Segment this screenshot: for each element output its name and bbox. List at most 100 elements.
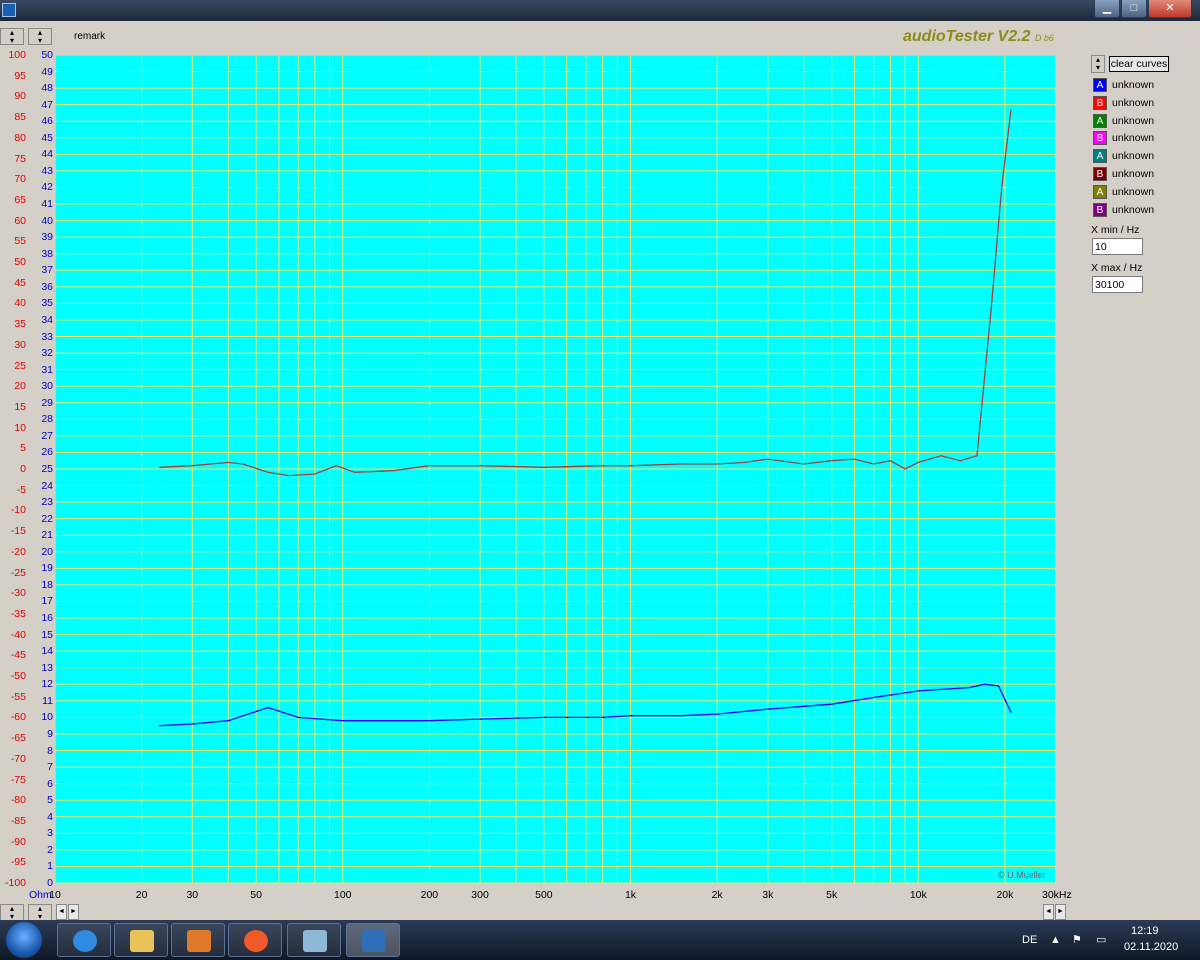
x-tick-label: 20k	[996, 889, 1014, 901]
y-left-tick-label: -40	[10, 628, 26, 641]
legend-color-swatch[interactable]: B	[1093, 167, 1107, 181]
close-icon[interactable]: ✕	[1148, 0, 1192, 18]
legend-color-swatch[interactable]: A	[1093, 113, 1107, 128]
y-right-scale-stepper[interactable]: ▴ ▾	[28, 28, 52, 45]
y-right-tick-label: 0	[47, 877, 53, 889]
legend-item[interactable]: Aunknown	[1093, 184, 1154, 199]
legend-item[interactable]: Bunknown	[1093, 202, 1154, 217]
y-left-tick-label: 10	[14, 421, 26, 434]
legend-item[interactable]: Aunknown	[1093, 78, 1154, 92]
taskbar-internet-explorer[interactable]	[57, 923, 111, 957]
x-scale-stepper-1[interactable]: ▴ ▾	[0, 904, 24, 921]
y-left-tick-label: -20	[10, 545, 26, 558]
y-left-tick-label: -95	[10, 856, 26, 869]
y-right-tick-label: 6	[47, 777, 53, 790]
xmin-input[interactable]	[1092, 238, 1143, 255]
internet-explorer-icon	[73, 930, 97, 952]
y-right-tick-label: 21	[41, 529, 53, 542]
clear-curves-button[interactable]: clear curves	[1109, 56, 1169, 72]
y-right-tick-label: 20	[41, 545, 53, 558]
y-left-tick-label: 50	[14, 256, 26, 268]
y-right-tick-label: 39	[41, 231, 53, 244]
legend-color-swatch[interactable]: B	[1093, 202, 1107, 217]
xmax-input[interactable]	[1092, 276, 1143, 293]
legend-color-swatch[interactable]: A	[1093, 78, 1107, 92]
y-right-tick-label: 24	[41, 479, 53, 492]
y-left-tick-label: 20	[14, 380, 26, 393]
y-right-tick-label: 30	[41, 380, 53, 393]
start-button[interactable]	[6, 922, 42, 958]
legend-item[interactable]: Bunknown	[1093, 131, 1154, 146]
y-right-tick-label: 8	[47, 744, 53, 757]
x-tick-label: 10k	[909, 889, 927, 901]
taskbar-audiotester[interactable]	[346, 923, 400, 957]
y-right-tick-label: 9	[47, 727, 53, 740]
y-left-tick-label: 100	[8, 49, 26, 61]
show-hidden-icons-icon[interactable]: ▲	[1050, 934, 1061, 946]
language-indicator[interactable]: DE	[1022, 934, 1037, 946]
y-right-tick-label: 23	[41, 496, 53, 509]
legend-stepper[interactable]: ▴ ▾	[1091, 55, 1105, 73]
y-right-tick-label: 45	[41, 131, 53, 144]
y-right-tick-label: 11	[42, 694, 53, 707]
legend-label: unknown	[1112, 79, 1155, 91]
clock-time[interactable]: 12:19	[1131, 925, 1159, 937]
y-left-tick-label: 0	[20, 463, 26, 475]
y-right-tick-label: 40	[41, 214, 53, 227]
legend-color-swatch[interactable]: B	[1093, 95, 1107, 110]
y-right-tick-label: 36	[41, 280, 53, 293]
legend-color-swatch[interactable]: A	[1093, 184, 1107, 199]
taskbar-photo-viewer[interactable]	[287, 923, 341, 957]
y-right-tick-label: 32	[41, 347, 53, 360]
legend-color-swatch[interactable]: B	[1093, 131, 1107, 146]
y-left-scale-stepper[interactable]: ▴ ▾	[0, 28, 24, 45]
legend-item[interactable]: Bunknown	[1093, 95, 1155, 110]
y-left-tick-label: 40	[14, 297, 26, 310]
legend-label: unknown	[1112, 168, 1155, 180]
x-tick-label: 1k	[624, 889, 637, 901]
y-left-tick-label: 5	[20, 442, 26, 455]
taskbar-file-explorer[interactable]	[114, 923, 168, 957]
scroll-left-button-2[interactable]: ◄	[1043, 904, 1054, 920]
y-left-tick-label: 15	[14, 400, 26, 413]
legend-item[interactable]: Aunknown	[1093, 149, 1154, 164]
minimize-icon[interactable]: ▁	[1094, 0, 1120, 18]
brand-name: audioTester V2.2	[903, 28, 1031, 45]
y-right-tick-label: 10	[41, 711, 53, 724]
clock-date[interactable]: 02.11.2020	[1124, 941, 1178, 953]
folder-icon	[130, 930, 154, 952]
x-tick-label: 30	[186, 889, 199, 901]
y-left-tick-label: 80	[14, 131, 26, 144]
impedance-chart	[55, 55, 1056, 883]
xmax-label: X max / Hz	[1091, 262, 1143, 274]
y-left-tick-label: -5	[16, 483, 26, 496]
legend-label: unknown	[1112, 96, 1155, 109]
app-icon[interactable]	[2, 3, 16, 17]
scroll-right-button-2[interactable]: ►	[1055, 904, 1066, 920]
x-tick-label: 300	[471, 889, 489, 901]
x-tick-label: 10	[49, 889, 61, 901]
x-tick-label: 200	[420, 889, 439, 901]
maximize-icon[interactable]: □	[1121, 0, 1147, 18]
network-icon[interactable]: ▭	[1096, 933, 1106, 946]
scroll-left-button[interactable]: ◄	[56, 904, 67, 920]
y-right-tick-label: 28	[41, 413, 53, 426]
taskbar-firefox[interactable]	[228, 923, 282, 957]
y-left-tick-label: 90	[14, 90, 26, 103]
action-center-flag-icon[interactable]: ⚑	[1072, 933, 1082, 946]
taskbar-media-player[interactable]	[171, 923, 225, 957]
legend-item[interactable]: Bunknown	[1093, 167, 1154, 181]
window-controls: ▁ □ ✕	[1094, 0, 1192, 18]
x-scale-stepper-2[interactable]: ▴ ▾	[28, 904, 52, 921]
y-left-tick-label: 30	[14, 338, 26, 351]
y-right-tick-label: 29	[41, 396, 53, 409]
legend-item[interactable]: Aunknown	[1093, 113, 1154, 128]
y-right-tick-label: 25	[41, 463, 53, 475]
y-right-tick-label: 22	[41, 512, 53, 525]
y-right-tick-label: 7	[47, 761, 53, 774]
scroll-right-button[interactable]: ►	[68, 904, 79, 920]
y-left-tick-label: 85	[14, 111, 26, 124]
y-right-tick-label: 44	[41, 148, 53, 161]
legend-color-swatch[interactable]: A	[1093, 149, 1107, 164]
x-tick-label: 20	[135, 889, 148, 901]
